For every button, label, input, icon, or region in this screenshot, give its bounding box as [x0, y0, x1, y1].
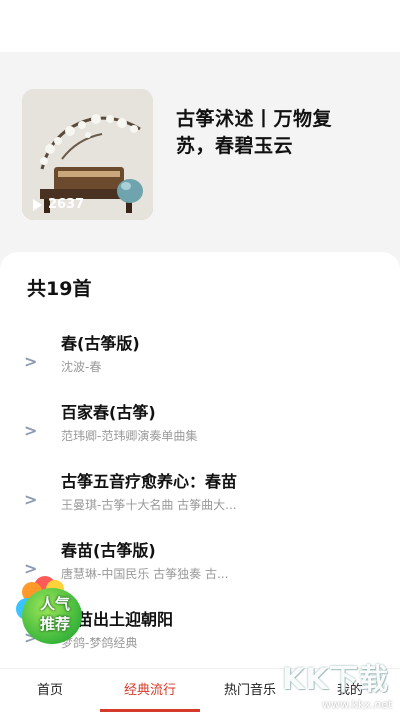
chevron-right-icon: >	[24, 421, 38, 440]
popular-recommend-badge[interactable]: 人气 推荐	[16, 576, 86, 646]
list-item[interactable]: > 古筝五音疗愈养心：春苗 王曼琪-古筝十大名曲 古筝曲大...	[0, 468, 400, 536]
play-count-value: 2637	[48, 197, 85, 212]
badge-text: 人气 推荐	[30, 594, 80, 634]
album-header: 2637 古筝沭述丨万物复苏，春碧玉云	[0, 52, 400, 252]
chevron-right-icon: >	[24, 490, 38, 509]
tab-classic-pop[interactable]: 经典流行	[100, 669, 200, 712]
song-artist-album: 王曼琪-古筝十大名曲 古筝曲大...	[61, 498, 237, 512]
chevron-right-icon: >	[24, 352, 38, 371]
tab-home[interactable]: 首页	[0, 669, 100, 712]
tab-hot-music[interactable]: 热门音乐	[200, 669, 300, 712]
play-icon	[33, 198, 42, 211]
album-cover[interactable]: 2637	[22, 89, 153, 220]
song-title: 春苗(古筝版)	[61, 541, 156, 560]
song-title: 春(古筝版)	[61, 334, 140, 353]
badge-line2: 推荐	[39, 615, 70, 633]
status-area	[0, 0, 400, 52]
album-title: 古筝沭述丨万物复苏，春碧玉云	[176, 108, 333, 157]
song-artist-album: 唐慧琳-中国民乐 古筝独奏 古...	[61, 567, 229, 581]
badge-line1: 人气	[39, 595, 70, 613]
song-artist-album: 沈波-春	[61, 360, 102, 374]
song-title: 古筝五音疗愈养心：春苗	[61, 472, 238, 491]
song-title: 百家春(古筝)	[61, 403, 156, 422]
tab-mine[interactable]: 我的	[300, 669, 400, 712]
bottom-tab-bar: 首页 经典流行 热门音乐 我的	[0, 668, 400, 712]
song-artist-album: 范玮卿-范玮卿演奏单曲集	[61, 429, 198, 443]
list-item[interactable]: > 百家春(古筝) 范玮卿-范玮卿演奏单曲集	[0, 399, 400, 467]
play-count: 2637	[33, 197, 84, 212]
song-count: 共19首	[27, 278, 92, 300]
list-item[interactable]: > 春(古筝版) 沈波-春	[0, 330, 400, 398]
